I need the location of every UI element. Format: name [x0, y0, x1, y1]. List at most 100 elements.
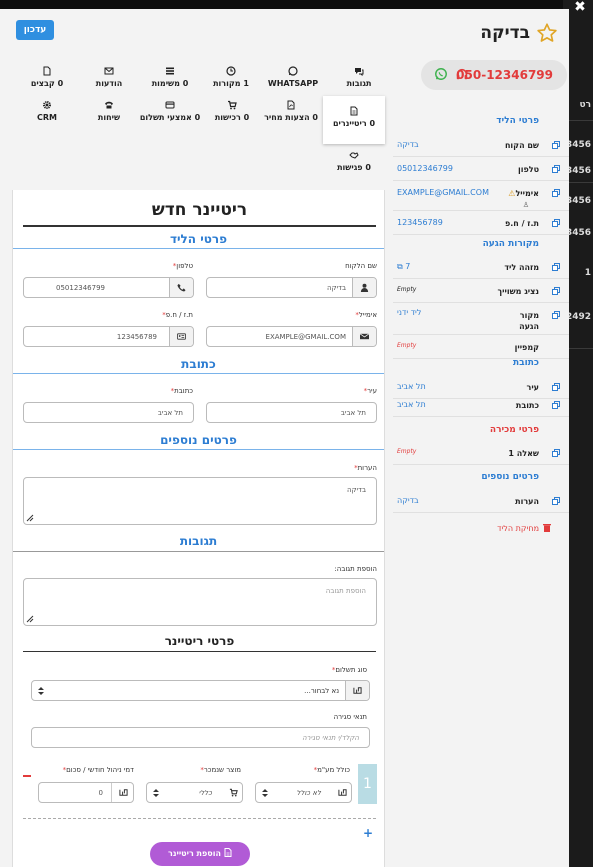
copy-icon[interactable] [552, 219, 560, 227]
fee-input[interactable]: 0 [38, 782, 134, 803]
tab-label: הודעות [95, 79, 123, 88]
tab-whatsapp[interactable]: WHATSAPP [262, 66, 324, 89]
delete-lead-link[interactable]: מחיקת הליד [497, 523, 551, 533]
input-addon [345, 681, 369, 700]
phone-pill[interactable]: 050-12346799 [421, 60, 567, 90]
form-title: ריטיינר חדש [23, 200, 376, 227]
name-label: שם הלקוח [345, 262, 377, 270]
lead-phone[interactable]: 050-12346799 [456, 68, 553, 82]
close-icon[interactable]: ✖ [573, 0, 587, 14]
input-value: 123456789 [116, 333, 157, 341]
row-value[interactable]: Empty [397, 342, 489, 349]
tab-tasks[interactable]: 0 משימות [140, 66, 200, 89]
tab-calls[interactable]: שיחות [82, 100, 136, 123]
copy-icon[interactable] [552, 287, 560, 295]
resize-grip-icon[interactable] [26, 615, 34, 623]
copy-icon[interactable] [552, 311, 560, 319]
row-value[interactable]: בדיקה [397, 140, 489, 149]
customer-name-input[interactable]: בדיקה [206, 277, 377, 298]
retainer-item-number: 1 [358, 764, 377, 804]
copy-icon[interactable] [552, 263, 560, 271]
vat-label: כולל מע"מ* [313, 766, 350, 774]
resize-grip-icon[interactable] [26, 514, 34, 522]
form-section-retainer: פרטי ריטיינר [23, 634, 376, 652]
row-label: נציג משוייך [497, 287, 540, 296]
copy-icon[interactable] [552, 497, 560, 505]
copy-icon[interactable] [552, 165, 560, 173]
notes-textarea[interactable]: בדיקה [23, 477, 377, 525]
headset-icon[interactable] [455, 67, 469, 81]
external-link-icon[interactable]: ⧉ [397, 262, 403, 271]
row-value[interactable]: 05012346799 [397, 164, 489, 173]
copy-icon[interactable] [552, 401, 560, 409]
tab-label: WHATSAPP [267, 79, 319, 88]
input-value: 0 [98, 789, 103, 797]
tab-retainers[interactable]: 0 ריטיינרים [323, 96, 385, 144]
sidebar-row: מזהה ליד ⧉ 7 [393, 255, 569, 279]
row-value[interactable]: Empty [397, 448, 489, 455]
select-arrows-icon [153, 789, 159, 797]
closing-terms-input[interactable]: הקלד/י תנאי סגירה [31, 727, 370, 748]
vat-select[interactable]: לא כולל [255, 782, 352, 803]
add-retainer-button[interactable]: הוספת ריטיינר [150, 842, 250, 866]
row-label: ת.ז / ח.פ [505, 219, 539, 228]
add-comment-textarea[interactable]: הוספת תגובה [23, 578, 377, 626]
whatsapp-icon[interactable] [434, 67, 448, 81]
phone-input[interactable]: 05012346799 [23, 277, 194, 298]
email-label: אימייל* [355, 311, 377, 319]
row-value[interactable]: בדיקה [397, 496, 489, 505]
cog-icon [43, 101, 51, 109]
row-label: עיר [526, 383, 540, 392]
row-value[interactable]: ⧉ 7 [397, 262, 489, 272]
input-addon [111, 783, 133, 802]
tab-quotes[interactable]: 0 הצעות מחיר [260, 100, 322, 123]
row-value[interactable]: תל אביב [397, 400, 489, 409]
comments-icon [355, 68, 364, 76]
tab-payment-methods[interactable]: 0 אמצעי תשלום [138, 100, 202, 124]
copy-icon[interactable] [552, 189, 560, 197]
email-input[interactable]: EXAMPLE@GMAIL.COM [206, 326, 377, 347]
tab-comments[interactable]: תגובות [330, 66, 388, 89]
money-icon [119, 789, 128, 796]
copy-icon[interactable] [552, 141, 560, 149]
add-item-icon[interactable]: + [363, 826, 373, 840]
phone-icon [105, 101, 113, 109]
star-icon[interactable] [536, 22, 558, 44]
input-value: תל אביב [157, 409, 183, 417]
tab-label: 0 פגישות [337, 163, 371, 172]
tab-crm[interactable]: CRM [20, 100, 74, 123]
tab-label: 0 הצעות מחיר [264, 113, 318, 122]
section-extra: פרטים נוספים [481, 472, 539, 482]
tab-meetings[interactable]: 0 פגישות [323, 150, 385, 173]
address-input[interactable]: תל אביב [23, 402, 194, 423]
sidebar-row: אימייל⚠ EXAMPLE@GMAIL.COM ♙ [393, 181, 569, 211]
row-value[interactable]: 123456789 [397, 218, 489, 227]
tab-label: CRM [37, 113, 57, 122]
tab-sources[interactable]: 1 מקורות [203, 66, 259, 89]
copy-icon[interactable] [552, 449, 560, 457]
remove-item-icon[interactable] [23, 775, 31, 777]
row-label: אימייל⚠ [508, 189, 539, 198]
update-button[interactable]: עדכון [16, 20, 54, 40]
product-select[interactable]: כללי [146, 782, 243, 803]
tab-files[interactable]: 0 קבצים [20, 66, 74, 89]
row-value[interactable]: ליד ידני [397, 308, 489, 317]
input-addon [335, 783, 351, 802]
tab-label: 0 משימות [151, 79, 189, 88]
tab-messages[interactable]: הודעות [82, 66, 136, 89]
tab-purchases[interactable]: 0 רכישות [205, 100, 259, 123]
city-input[interactable]: תל אביב [206, 402, 377, 423]
id-card-icon [177, 333, 186, 340]
row-value[interactable]: Empty [397, 286, 489, 293]
row-value[interactable]: תל אביב [397, 382, 489, 391]
city-label: עיר* [363, 387, 377, 395]
tab-label: 1 מקורות [213, 79, 249, 88]
whatsapp-icon [288, 66, 298, 76]
cart-icon [228, 100, 237, 110]
row-value[interactable]: EXAMPLE@GMAIL.COM [397, 188, 489, 197]
id-input[interactable]: 123456789 [23, 326, 194, 347]
row-label: מזהה ליד [504, 263, 539, 272]
payment-type-select[interactable]: נא לבחור... [31, 680, 370, 701]
row-label: מקור הגעה [519, 311, 539, 331]
copy-icon[interactable] [552, 383, 560, 391]
